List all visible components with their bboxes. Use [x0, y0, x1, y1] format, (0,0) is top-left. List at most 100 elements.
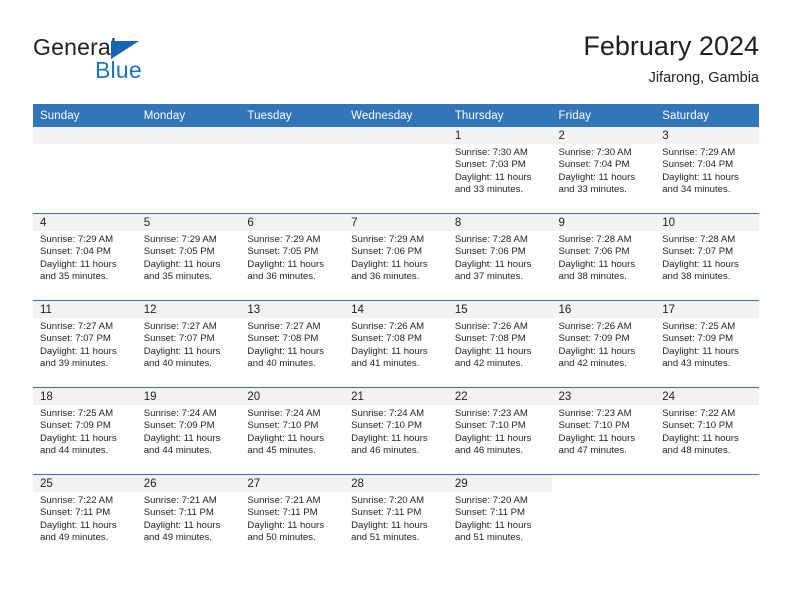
- weekday-header-row: Sunday Monday Tuesday Wednesday Thursday Frid…: [33, 104, 759, 127]
- daylight-duration-line2: and 38 minutes.: [662, 271, 731, 283]
- calendar-day-cell[interactable]: 23 Sunrise: 7:23 AM Sunset: 7:10 PM Dayligh…: [551, 387, 656, 475]
- daylight-duration-line1: Daylight: 11 hours: [662, 345, 739, 357]
- day-number: [33, 127, 137, 144]
- day-details: Sunrise: 7:27 AM Sunset: 7:07 PM Daylight:…: [137, 318, 241, 371]
- daylight-duration-line2: and 42 minutes.: [454, 358, 524, 370]
- sunrise-time: Sunrise: 7:26 AM: [454, 321, 528, 332]
- day-number: 15: [447, 301, 552, 318]
- calendar-day-cell[interactable]: 15 Sunrise: 7:26 AM Sunset: 7:08 PM Dayligh…: [447, 300, 552, 388]
- day-cell-inner: [655, 475, 759, 561]
- calendar-week-row: 4 Sunrise: 7:29 AM Sunset: 7:04 PM Daylight…: [33, 213, 759, 301]
- day-number: 16: [551, 301, 656, 318]
- sunrise-time: Sunrise: 7:23 AM: [454, 408, 528, 419]
- calendar-day-cell[interactable]: 6 Sunrise: 7:29 AM Sunset: 7:05 PM Daylight…: [240, 213, 345, 301]
- calendar-day-cell[interactable]: 7 Sunrise: 7:29 AM Sunset: 7:06 PM Daylight…: [344, 213, 448, 301]
- sunset-time: Sunset: 7:11 PM: [143, 507, 214, 519]
- day-number: 4: [33, 214, 137, 231]
- day-cell-inner: 13 Sunrise: 7:27 AM Sunset: 7:08 PM Dayligh…: [240, 301, 345, 387]
- calendar-day-cell[interactable]: 9 Sunrise: 7:28 AM Sunset: 7:06 PM Daylight…: [551, 213, 656, 301]
- sunrise-time: Sunrise: 7:27 AM: [143, 321, 217, 332]
- daylight-duration-line2: and 44 minutes.: [40, 445, 109, 457]
- calendar-day-cell[interactable]: 8 Sunrise: 7:28 AM Sunset: 7:06 PM Daylight…: [447, 213, 552, 301]
- calendar-day-cell[interactable]: 16 Sunrise: 7:26 AM Sunset: 7:09 PM Dayligh…: [551, 300, 656, 388]
- sunset-time: Sunset: 7:11 PM: [40, 507, 111, 519]
- day-number: 1: [447, 127, 552, 144]
- daylight-duration-line1: Daylight: 11 hours: [40, 345, 117, 357]
- day-number: 8: [447, 214, 552, 231]
- day-cell-inner: 7 Sunrise: 7:29 AM Sunset: 7:06 PM Daylight…: [344, 214, 448, 300]
- weekday-header-tuesday: Tuesday: [240, 104, 345, 127]
- calendar-day-cell[interactable]: 1 Sunrise: 7:30 AM Sunset: 7:03 PM Daylight…: [447, 127, 552, 214]
- daylight-duration-line2: and 36 minutes.: [247, 271, 316, 283]
- day-cell-inner: 21 Sunrise: 7:24 AM Sunset: 7:10 PM Dayligh…: [344, 388, 448, 474]
- day-cell-inner: 27 Sunrise: 7:21 AM Sunset: 7:11 PM Dayligh…: [240, 475, 345, 561]
- day-number: 21: [344, 388, 448, 405]
- day-details: Sunrise: 7:22 AM Sunset: 7:10 PM Daylight:…: [655, 405, 759, 458]
- day-cell-inner: 1 Sunrise: 7:30 AM Sunset: 7:03 PM Daylight…: [447, 127, 552, 213]
- calendar-day-cell[interactable]: 2 Sunrise: 7:30 AM Sunset: 7:04 PM Daylight…: [551, 127, 656, 214]
- calendar-day-cell[interactable]: 3 Sunrise: 7:29 AM Sunset: 7:04 PM Daylight…: [655, 127, 759, 214]
- sunset-time: Sunset: 7:03 PM: [454, 159, 526, 171]
- sunrise-time: Sunrise: 7:21 AM: [143, 495, 217, 506]
- day-number: 20: [240, 388, 345, 405]
- calendar-day-cell[interactable]: 17 Sunrise: 7:25 AM Sunset: 7:09 PM Dayligh…: [655, 300, 759, 388]
- general-blue-logo[interactable]: General Blue: [33, 34, 273, 94]
- calendar-day-cell[interactable]: 19 Sunrise: 7:24 AM Sunset: 7:09 PM Dayligh…: [136, 387, 241, 475]
- calendar-day-cell[interactable]: 4 Sunrise: 7:29 AM Sunset: 7:04 PM Daylight…: [33, 213, 137, 301]
- day-number: 12: [136, 301, 241, 318]
- sunrise-time: Sunrise: 7:29 AM: [662, 147, 736, 158]
- day-details: Sunrise: 7:26 AM Sunset: 7:09 PM Daylight:…: [552, 318, 656, 371]
- weekday-header-thursday: Thursday: [447, 104, 552, 127]
- calendar-day-cell[interactable]: 20 Sunrise: 7:24 AM Sunset: 7:10 PM Dayligh…: [240, 387, 345, 475]
- day-number: 18: [33, 388, 137, 405]
- day-cell-inner: 4 Sunrise: 7:29 AM Sunset: 7:04 PM Daylight…: [33, 214, 137, 300]
- calendar-day-cell[interactable]: 18 Sunrise: 7:25 AM Sunset: 7:09 PM Dayligh…: [33, 387, 137, 475]
- day-details: Sunrise: 7:24 AM Sunset: 7:10 PM Daylight:…: [344, 405, 448, 458]
- calendar-day-cell[interactable]: 21 Sunrise: 7:24 AM Sunset: 7:10 PM Dayligh…: [344, 387, 448, 475]
- daylight-duration-line1: Daylight: 11 hours: [40, 519, 117, 531]
- day-number: 23: [551, 388, 656, 405]
- daylight-duration-line2: and 45 minutes.: [247, 445, 316, 457]
- calendar-day-cell[interactable]: 12 Sunrise: 7:27 AM Sunset: 7:07 PM Dayligh…: [136, 300, 241, 388]
- calendar-day-cell[interactable]: 22 Sunrise: 7:23 AM Sunset: 7:10 PM Dayligh…: [447, 387, 552, 475]
- calendar-day-cell[interactable]: 10 Sunrise: 7:28 AM Sunset: 7:07 PM Dayligh…: [655, 213, 759, 301]
- calendar-day-cell[interactable]: 5 Sunrise: 7:29 AM Sunset: 7:05 PM Daylight…: [136, 213, 241, 301]
- sunset-time: Sunset: 7:09 PM: [662, 333, 734, 345]
- calendar-body: 1 Sunrise: 7:30 AM Sunset: 7:03 PM Daylight…: [33, 127, 759, 561]
- daylight-duration-line2: and 39 minutes.: [40, 358, 109, 370]
- daylight-duration-line1: Daylight: 11 hours: [247, 432, 325, 444]
- daylight-duration-line1: Daylight: 11 hours: [662, 432, 739, 444]
- sunset-time: Sunset: 7:08 PM: [247, 333, 319, 345]
- daylight-duration-line1: Daylight: 11 hours: [454, 519, 532, 531]
- calendar-day-cell[interactable]: 29 Sunrise: 7:20 AM Sunset: 7:11 PM Dayligh…: [447, 475, 552, 561]
- calendar-day-cell[interactable]: 26 Sunrise: 7:21 AM Sunset: 7:11 PM Dayligh…: [136, 475, 241, 561]
- sunset-time: Sunset: 7:05 PM: [143, 246, 215, 258]
- sunrise-time: Sunrise: 7:25 AM: [662, 321, 736, 332]
- daylight-duration-line1: Daylight: 11 hours: [558, 432, 636, 444]
- calendar-day-cell[interactable]: 25 Sunrise: 7:22 AM Sunset: 7:11 PM Dayligh…: [33, 475, 137, 561]
- page-subtitle-location: Jifarong, Gambia: [648, 70, 759, 86]
- day-details: Sunrise: 7:21 AM Sunset: 7:11 PM Daylight:…: [137, 492, 241, 545]
- calendar-day-cell[interactable]: 14 Sunrise: 7:26 AM Sunset: 7:08 PM Dayligh…: [344, 300, 448, 388]
- calendar-day-cell[interactable]: 13 Sunrise: 7:27 AM Sunset: 7:08 PM Dayligh…: [240, 300, 345, 388]
- calendar-day-cell[interactable]: 28 Sunrise: 7:20 AM Sunset: 7:11 PM Dayligh…: [344, 475, 448, 561]
- sunset-time: Sunset: 7:10 PM: [351, 420, 423, 432]
- sunset-time: Sunset: 7:06 PM: [351, 246, 423, 258]
- sunrise-time: Sunrise: 7:30 AM: [558, 147, 632, 158]
- sunrise-sunset-calendar: Sunday Monday Tuesday Wednesday Thursday Frid…: [33, 104, 759, 561]
- day-details: Sunrise: 7:25 AM Sunset: 7:09 PM Daylight:…: [33, 405, 137, 458]
- daylight-duration-line2: and 33 minutes.: [558, 184, 627, 196]
- daylight-duration-line2: and 48 minutes.: [662, 445, 731, 457]
- daylight-duration-line2: and 42 minutes.: [558, 358, 627, 370]
- calendar-week-row: 18 Sunrise: 7:25 AM Sunset: 7:09 PM Dayligh…: [33, 387, 759, 475]
- daylight-duration-line2: and 34 minutes.: [662, 184, 731, 196]
- day-details: Sunrise: 7:28 AM Sunset: 7:07 PM Daylight:…: [655, 231, 759, 284]
- calendar-day-cell[interactable]: 11 Sunrise: 7:27 AM Sunset: 7:07 PM Dayligh…: [33, 300, 137, 388]
- calendar-empty-cell: [136, 127, 241, 214]
- weekday-header-wednesday: Wednesday: [344, 104, 448, 127]
- sunrise-time: Sunrise: 7:23 AM: [558, 408, 632, 419]
- day-details: Sunrise: 7:27 AM Sunset: 7:07 PM Daylight:…: [33, 318, 137, 371]
- calendar-day-cell[interactable]: 27 Sunrise: 7:21 AM Sunset: 7:11 PM Dayligh…: [240, 475, 345, 561]
- day-details: Sunrise: 7:23 AM Sunset: 7:10 PM Daylight:…: [448, 405, 552, 458]
- calendar-day-cell[interactable]: 24 Sunrise: 7:22 AM Sunset: 7:10 PM Dayligh…: [655, 387, 759, 475]
